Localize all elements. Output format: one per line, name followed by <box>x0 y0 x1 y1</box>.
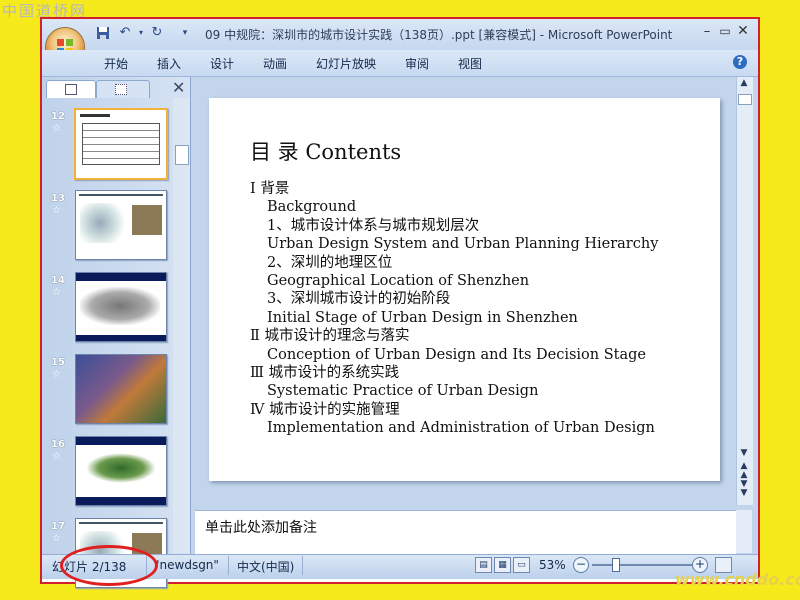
save-icon[interactable] <box>94 24 112 42</box>
theme-name: "newdsgn" <box>154 558 219 572</box>
scroll-down-icon[interactable]: ▼ <box>738 448 750 458</box>
tab-animations[interactable]: 动画 <box>263 55 287 72</box>
slide-text-line[interactable]: Ⅰ 背景 <box>250 180 289 198</box>
customize-qat-icon[interactable]: ▾ <box>176 24 194 42</box>
window-title: 09 中规院：深圳市的城市设计实践（138页）.ppt [兼容模式] - Mic… <box>205 28 673 42</box>
tab-view[interactable]: 视图 <box>458 55 482 72</box>
tab-insert[interactable]: 插入 <box>157 55 181 72</box>
tab-home[interactable]: 开始 <box>104 55 128 72</box>
previous-slide-icon[interactable]: ▲ ▲ <box>738 462 750 480</box>
help-icon[interactable]: ? <box>733 55 747 69</box>
slides-tab-icon <box>65 84 77 95</box>
slide-text-line[interactable]: Conception of Urban Design and Its Decis… <box>267 346 646 364</box>
slide-scroll-thumb[interactable] <box>738 94 752 105</box>
slides-panel-scrollbar[interactable] <box>173 98 190 553</box>
slide-text-line[interactable]: 1、城市设计体系与城市规划层次 <box>267 217 479 235</box>
zoom-slider[interactable] <box>592 564 692 566</box>
slide-thumbnail[interactable] <box>74 108 168 180</box>
slide-text-line[interactable]: Implementation and Administration of Urb… <box>267 419 655 437</box>
quick-access-toolbar: ↶ ▾ ↻ ▾ <box>92 24 204 44</box>
normal-view-icon[interactable]: ▤ <box>475 557 492 573</box>
slide-thumbnail[interactable] <box>75 436 167 506</box>
transition-star-icon: ☆ <box>52 287 61 298</box>
slide-text-line[interactable]: Background <box>267 198 356 216</box>
slide-text-line[interactable]: Geographical Location of Shenzhen <box>267 272 529 290</box>
transition-star-icon: ☆ <box>52 123 61 134</box>
thumbnail-number: 14 <box>51 275 65 286</box>
close-icon[interactable]: ✕ <box>736 23 750 39</box>
slide-text-line[interactable]: 3、深圳城市设计的初始阶段 <box>267 290 450 308</box>
slide-thumbnail[interactable] <box>75 190 167 260</box>
slide-thumbnail[interactable] <box>75 272 167 342</box>
transition-star-icon: ☆ <box>52 533 61 544</box>
transition-star-icon: ☆ <box>52 451 61 462</box>
slide-text-line[interactable]: Ⅱ 城市设计的理念与落实 <box>250 327 409 345</box>
redo-icon[interactable]: ↻ <box>148 24 166 42</box>
scroll-up-icon[interactable]: ▲ <box>738 78 750 88</box>
status-separator <box>302 556 303 575</box>
ribbon-tab-bar <box>42 50 758 77</box>
slideshow-view-icon[interactable]: ▭ <box>513 557 530 573</box>
minimize-icon[interactable]: – <box>700 24 714 39</box>
thumbnail-number: 13 <box>51 193 65 204</box>
slide-scrollbar[interactable] <box>736 77 753 505</box>
next-slide-icon[interactable]: ▼ ▼ <box>738 480 750 498</box>
slide-thumbnail[interactable] <box>75 354 167 424</box>
thumbnail-number: 16 <box>51 439 65 450</box>
slide-text-line[interactable]: Urban Design System and Urban Planning H… <box>267 235 658 253</box>
slide-text-line[interactable]: Initial Stage of Urban Design in Shenzhe… <box>267 309 578 327</box>
thumbnail-number: 17 <box>51 521 65 532</box>
status-separator <box>228 556 229 575</box>
language-indicator[interactable]: 中文(中国) <box>237 558 294 575</box>
notes-placeholder[interactable]: 单击此处添加备注 <box>205 517 317 537</box>
tab-outline[interactable] <box>96 80 150 98</box>
watermark-bottom: www.cnddo.com <box>675 570 800 589</box>
slide-text-line[interactable]: 2、深圳的地理区位 <box>267 254 392 272</box>
slide-title[interactable]: 目 录 Contents <box>250 136 401 166</box>
highlight-ellipse <box>60 545 158 586</box>
zoom-slider-handle[interactable] <box>612 558 620 572</box>
tab-review[interactable]: 审阅 <box>405 55 429 72</box>
tab-slides[interactable] <box>46 80 96 98</box>
thumbnail-number: 15 <box>51 357 65 368</box>
slide-text-line[interactable]: Systematic Practice of Urban Design <box>267 382 538 400</box>
zoom-out-icon[interactable]: − <box>573 557 589 573</box>
outline-tab-icon <box>115 84 127 95</box>
slide-text-line[interactable]: Ⅲ 城市设计的系统实践 <box>250 364 399 382</box>
maximize-icon[interactable]: ▭ <box>718 24 732 38</box>
tab-slideshow[interactable]: 幻灯片放映 <box>316 55 376 72</box>
slide-sorter-icon[interactable]: ▦ <box>494 557 511 573</box>
transition-star-icon: ☆ <box>52 205 61 216</box>
notes-scrollbar[interactable] <box>736 510 752 553</box>
thumbnail-number: 12 <box>51 111 65 122</box>
slides-panel-scroll-thumb[interactable] <box>175 145 189 165</box>
close-panel-icon[interactable]: ✕ <box>172 78 185 97</box>
transition-star-icon: ☆ <box>52 369 61 380</box>
slide-text-line[interactable]: Ⅳ 城市设计的实施管理 <box>250 401 400 419</box>
tab-design[interactable]: 设计 <box>210 55 234 72</box>
zoom-level[interactable]: 53% <box>539 558 566 572</box>
